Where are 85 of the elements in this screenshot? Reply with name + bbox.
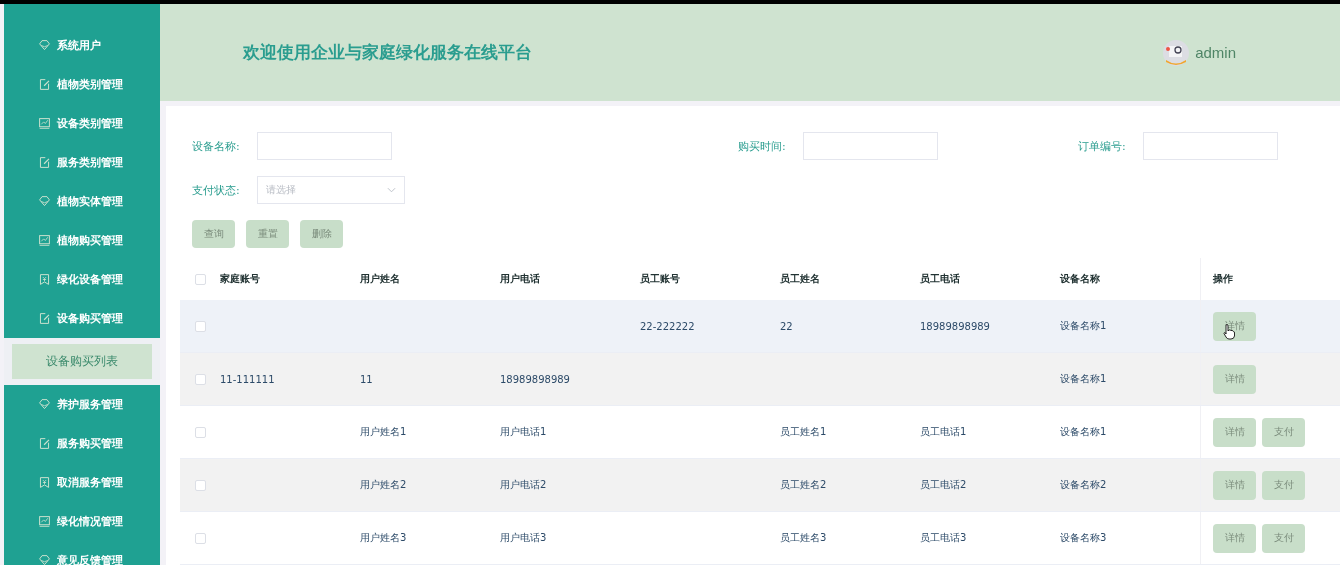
menu-item[interactable]: 植物购买管理: [4, 221, 160, 260]
table-cell: 22: [780, 320, 793, 332]
table-cell: 员工电话3: [920, 532, 967, 543]
checkbox[interactable]: [194, 426, 206, 438]
chevron-down-icon: [387, 187, 396, 193]
table-cell: 用户姓名1: [360, 426, 407, 437]
menu-item[interactable]: 服务购买管理: [4, 424, 160, 463]
user-name[interactable]: admin: [1195, 44, 1236, 61]
edit-icon: [38, 156, 51, 169]
action-button[interactable]: 删除: [300, 220, 343, 248]
page-title: 欢迎使用企业与家庭绿化服务在线平台: [243, 41, 532, 64]
checkbox[interactable]: [194, 532, 206, 544]
table-cell: 设备名称1: [1060, 373, 1107, 384]
table-cell: 11: [360, 373, 373, 385]
field-label: 支付状态:: [192, 182, 241, 198]
menu-item[interactable]: 植物实体管理: [4, 182, 160, 221]
column-header: 设备名称: [1060, 272, 1101, 286]
menu-item[interactable]: 设备购买管理: [4, 299, 160, 338]
table-cell: 用户姓名3: [360, 532, 407, 543]
column-header: 员工电话: [920, 272, 961, 286]
table-cell: 用户电话1: [500, 426, 547, 437]
row-action-button[interactable]: 支付: [1262, 417, 1305, 447]
diamond-icon: [38, 195, 51, 208]
diamond-icon: [38, 398, 51, 411]
diamond-icon: [38, 554, 51, 565]
menu-item[interactable]: 养护服务管理: [4, 385, 160, 424]
submenu-item[interactable]: 设备购买列表: [12, 344, 152, 379]
row-action-button[interactable]: 详情: [1213, 364, 1256, 394]
input-field[interactable]: [1143, 132, 1278, 160]
edit-icon: [38, 78, 51, 91]
table-cell: 设备名称3: [1060, 532, 1107, 543]
column-header: 员工姓名: [780, 272, 821, 286]
table-cell: 设备名称1: [1060, 426, 1107, 437]
table-cell: 员工姓名3: [780, 532, 827, 543]
table-cell: 用户电话3: [500, 532, 547, 543]
row-action-button[interactable]: 详情: [1213, 470, 1256, 500]
chart-icon: [38, 515, 51, 528]
menu-item[interactable]: 服务类别管理: [4, 143, 160, 182]
row-action-button[interactable]: 详情: [1213, 417, 1256, 447]
menu-item[interactable]: 系统用户: [4, 26, 160, 65]
column-header: 家庭账号: [220, 272, 261, 286]
field-label: 订单编号:: [1078, 138, 1127, 154]
table-cell: 18989898989: [920, 320, 990, 332]
edit-icon: [38, 312, 51, 325]
menu-item[interactable]: 绿化设备管理: [4, 260, 160, 299]
table-cell: 员工姓名2: [780, 479, 827, 490]
table-cell: 员工电话2: [920, 479, 967, 490]
checkbox[interactable]: [194, 320, 206, 332]
checkbox[interactable]: [194, 479, 206, 491]
row-action-button[interactable]: 支付: [1262, 523, 1305, 553]
column-header: 用户电话: [500, 272, 541, 286]
input-field[interactable]: [803, 132, 938, 160]
table-cell: 员工电话1: [920, 426, 967, 437]
table-cell: 22-222222: [640, 320, 695, 332]
menu-item[interactable]: 取消服务管理: [4, 463, 160, 502]
chart-icon: [38, 117, 51, 130]
chart-icon: [38, 234, 51, 247]
receipt-icon: [38, 476, 51, 489]
checkbox[interactable]: [194, 273, 206, 285]
menu-item[interactable]: 设备类别管理: [4, 104, 160, 143]
table-cell: 设备名称2: [1060, 479, 1107, 490]
row-action-button[interactable]: 详情: [1213, 523, 1256, 553]
table-cell: 用户姓名2: [360, 479, 407, 490]
table-cell: 11-111111: [220, 373, 275, 385]
select-field[interactable]: 请选择: [257, 176, 405, 204]
table-cell: 员工姓名1: [780, 426, 827, 437]
table-cell: 设备名称1: [1060, 320, 1107, 331]
column-header: 员工账号: [640, 272, 681, 286]
diamond-icon: [38, 39, 51, 52]
menu-item[interactable]: 绿化情况管理: [4, 502, 160, 541]
avatar-icon[interactable]: [1163, 39, 1190, 66]
action-button[interactable]: 重置: [246, 220, 289, 248]
action-button[interactable]: 查询: [192, 220, 235, 248]
field-label: 设备名称:: [192, 138, 241, 154]
checkbox[interactable]: [194, 373, 206, 385]
edit-icon: [38, 437, 51, 450]
table-cell: 用户电话2: [500, 479, 547, 490]
field-label: 购买时间:: [738, 138, 787, 154]
table-cell: 18989898989: [500, 373, 570, 385]
input-field[interactable]: [257, 132, 392, 160]
menu-item[interactable]: 植物类别管理: [4, 65, 160, 104]
receipt-icon: [38, 273, 51, 286]
column-header: 用户姓名: [360, 272, 401, 286]
menu-item[interactable]: 意见反馈管理: [4, 541, 160, 565]
row-action-button[interactable]: 支付: [1262, 470, 1305, 500]
